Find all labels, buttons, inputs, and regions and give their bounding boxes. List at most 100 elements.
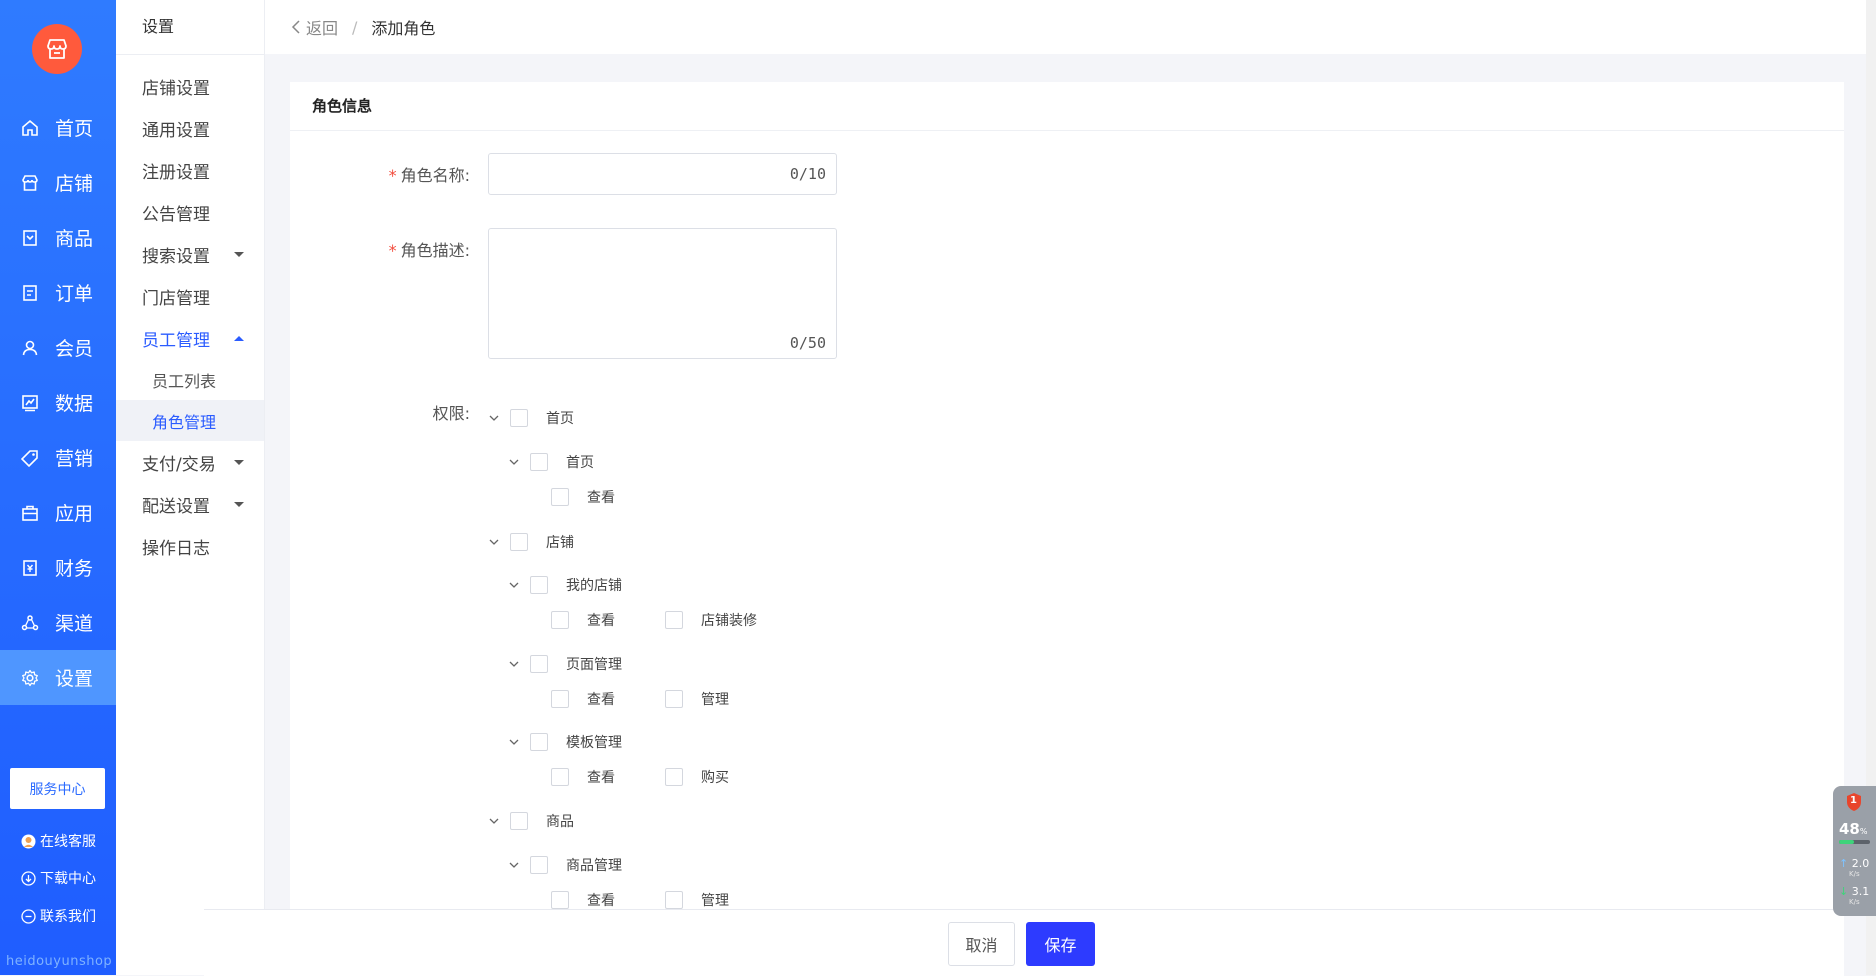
chevron-down-icon[interactable] bbox=[508, 579, 520, 591]
chart-icon bbox=[20, 393, 40, 413]
role-desc-textarea[interactable]: 0/50 bbox=[488, 228, 837, 359]
cpu-bar-fill bbox=[1839, 840, 1854, 844]
nav-item-channel[interactable]: 渠道 bbox=[0, 595, 116, 650]
chevron-down-icon[interactable] bbox=[508, 736, 520, 748]
online-service-link[interactable]: 在线客服 bbox=[20, 831, 96, 851]
chevron-down-icon[interactable] bbox=[488, 412, 500, 424]
cancel-button[interactable]: 取消 bbox=[948, 922, 1015, 966]
tree-leaf-label: 管理 bbox=[701, 692, 729, 708]
permission-view: 查看 bbox=[551, 689, 615, 709]
checkbox[interactable] bbox=[510, 533, 528, 551]
system-monitor-widget[interactable]: 1 48% ↑ 2.0 K/s ↓ 3.1 K/s bbox=[1833, 786, 1876, 916]
checkbox[interactable] bbox=[530, 576, 548, 594]
checkbox[interactable] bbox=[510, 409, 528, 427]
subnav-item-store-manage[interactable]: 门店管理 bbox=[116, 275, 264, 317]
checkbox[interactable] bbox=[551, 690, 569, 708]
checkbox[interactable] bbox=[665, 891, 683, 909]
store-logo-icon[interactable] bbox=[32, 24, 82, 74]
download-speed: ↓ 3.1 K/s bbox=[1839, 886, 1869, 908]
subnav-item-staff-manage[interactable]: 员工管理 bbox=[116, 317, 264, 359]
nav-item-marketing[interactable]: 营销 bbox=[0, 430, 116, 485]
nav-item-order[interactable]: 订单 bbox=[0, 265, 116, 320]
chevron-down-icon[interactable] bbox=[488, 536, 500, 548]
role-desc-counter: 0/50 bbox=[789, 334, 826, 352]
required-mark: * bbox=[388, 241, 397, 260]
checkbox[interactable] bbox=[551, 768, 569, 786]
checkbox[interactable] bbox=[551, 891, 569, 909]
cpu-percent-unit: % bbox=[1859, 827, 1868, 836]
nav-item-data[interactable]: 数据 bbox=[0, 375, 116, 430]
contact-us-link[interactable]: 联系我们 bbox=[20, 906, 96, 926]
nav-item-label: 应用 bbox=[55, 503, 94, 525]
nav-item-shop[interactable]: 店铺 bbox=[0, 155, 116, 210]
subnav-item-shop-settings[interactable]: 店铺设置 bbox=[116, 65, 264, 107]
chevron-down-icon[interactable] bbox=[508, 658, 520, 670]
subnav-item-register-settings[interactable]: 注册设置 bbox=[116, 149, 264, 191]
member-icon bbox=[20, 338, 40, 358]
tree-node-label: 首页 bbox=[546, 411, 574, 427]
subnav-item-general-settings[interactable]: 通用设置 bbox=[116, 107, 264, 149]
subnav-item-label: 门店管理 bbox=[142, 288, 210, 309]
caret-down-icon bbox=[234, 459, 244, 465]
tree-leaf-label: 查看 bbox=[587, 613, 615, 629]
tree-leaf-row: 查看 店铺装修 bbox=[551, 610, 807, 630]
tree-node-home-home: 首页 bbox=[508, 452, 594, 472]
gear-icon bbox=[20, 668, 40, 688]
checkbox[interactable] bbox=[665, 690, 683, 708]
tree-node-label: 商品管理 bbox=[566, 858, 622, 874]
subnav-item-operation-log[interactable]: 操作日志 bbox=[116, 525, 264, 567]
card-title: 角色信息 bbox=[290, 82, 1844, 131]
goods-icon bbox=[20, 228, 40, 248]
nav-item-settings[interactable]: 设置 bbox=[0, 650, 116, 705]
checkbox[interactable] bbox=[665, 611, 683, 629]
nav-item-finance[interactable]: 财务 bbox=[0, 540, 116, 595]
checkbox[interactable] bbox=[530, 453, 548, 471]
arrow-down-icon: ↓ bbox=[1839, 885, 1849, 898]
back-button[interactable]: 返回 bbox=[291, 15, 338, 39]
download-center-link[interactable]: 下载中心 bbox=[20, 868, 96, 888]
chevron-down-icon[interactable] bbox=[488, 815, 500, 827]
chevron-left-icon bbox=[291, 20, 300, 34]
cpu-bar bbox=[1839, 840, 1870, 844]
primary-sidebar: 首页 店铺 商品 订单 会员 数据 营销 应用 财务 渠道 设置 服务中心 在线… bbox=[0, 0, 116, 975]
online-service-label: 在线客服 bbox=[40, 834, 96, 850]
role-name-field[interactable]: 0/10 bbox=[488, 153, 837, 195]
service-center-button[interactable]: 服务中心 bbox=[10, 768, 105, 809]
tree-node-goods: 商品 bbox=[488, 811, 574, 831]
subnav-child-role-manage[interactable]: 角色管理 bbox=[116, 400, 264, 441]
subnav-item-search-settings[interactable]: 搜索设置 bbox=[116, 233, 264, 275]
chevron-down-icon[interactable] bbox=[508, 859, 520, 871]
checkbox[interactable] bbox=[530, 733, 548, 751]
nav-item-member[interactable]: 会员 bbox=[0, 320, 116, 375]
tree-node-label: 商品 bbox=[546, 814, 574, 830]
checkbox[interactable] bbox=[551, 488, 569, 506]
nav-item-home[interactable]: 首页 bbox=[0, 100, 116, 155]
nav-item-goods[interactable]: 商品 bbox=[0, 210, 116, 265]
permission-manage: 管理 bbox=[665, 890, 729, 910]
nav-item-label: 店铺 bbox=[55, 173, 94, 195]
chevron-down-icon[interactable] bbox=[508, 456, 520, 468]
permission-buy: 购买 bbox=[665, 767, 729, 787]
checkbox[interactable] bbox=[510, 812, 528, 830]
breadcrumb-separator: / bbox=[352, 17, 358, 37]
save-button[interactable]: 保存 bbox=[1026, 922, 1095, 966]
subnav-item-notice-manage[interactable]: 公告管理 bbox=[116, 191, 264, 233]
tree-leaf-row: 查看 bbox=[551, 487, 665, 507]
tree-node-label: 模板管理 bbox=[566, 735, 622, 751]
role-desc-label: * 角色描述: bbox=[290, 237, 470, 261]
permission-label: 权限: bbox=[432, 404, 470, 423]
tree-node-my-shop: 我的店铺 bbox=[508, 575, 622, 595]
checkbox[interactable] bbox=[530, 655, 548, 673]
tree-leaf-row: 查看 购买 bbox=[551, 767, 779, 787]
subnav-item-payment[interactable]: 支付/交易 bbox=[116, 441, 264, 483]
checkbox[interactable] bbox=[665, 768, 683, 786]
checkbox[interactable] bbox=[530, 856, 548, 874]
caret-down-icon bbox=[234, 501, 244, 507]
permission-decorate: 店铺装修 bbox=[665, 610, 757, 630]
tree-leaf-label: 购买 bbox=[701, 770, 729, 786]
subnav-child-staff-list[interactable]: 员工列表 bbox=[116, 359, 264, 400]
nav-item-apps[interactable]: 应用 bbox=[0, 485, 116, 540]
checkbox[interactable] bbox=[551, 611, 569, 629]
subnav-item-delivery[interactable]: 配送设置 bbox=[116, 483, 264, 525]
role-info-card: 角色信息 * 角色名称: 0/10 * 角色描述: 0/50 权限: 首页 首页 查… bbox=[290, 82, 1844, 975]
